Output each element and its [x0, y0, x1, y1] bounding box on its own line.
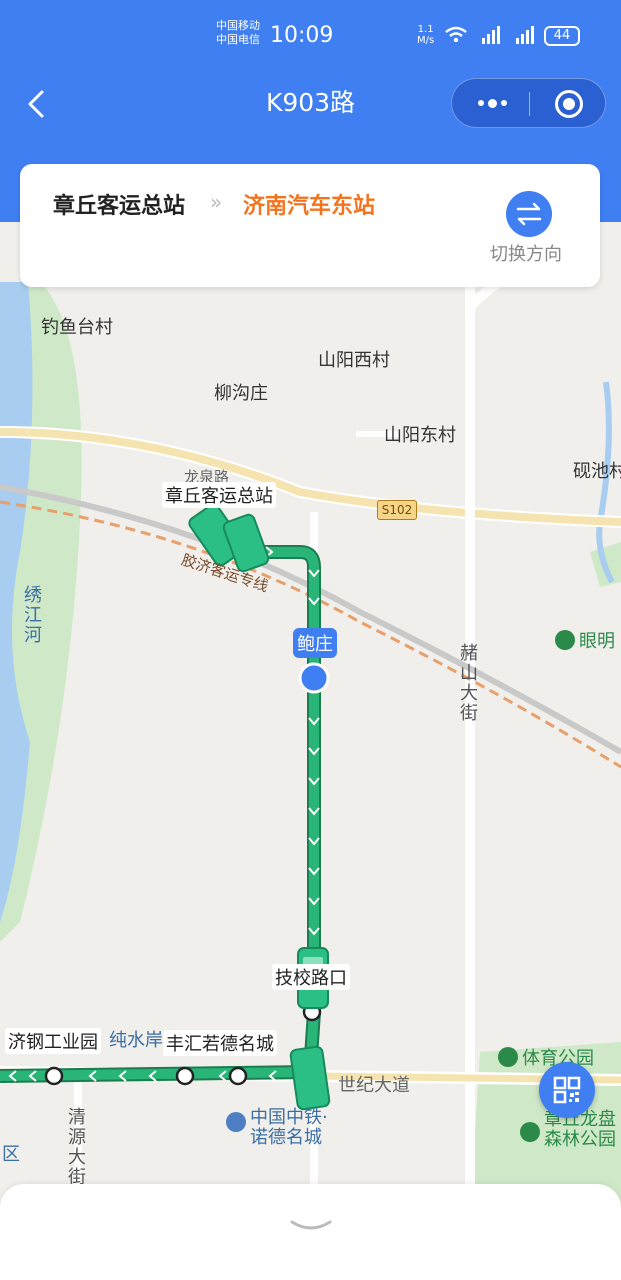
route-origin: 章丘客运总站 [53, 194, 186, 219]
switch-direction-label[interactable]: 切换方向 [490, 240, 562, 266]
net-speed-unit: M/s [417, 35, 435, 46]
swap-arrows-icon [516, 202, 542, 226]
poi-label[interactable]: 眼明 [555, 627, 615, 653]
map-label: 山阳东村 [384, 425, 456, 446]
bus-stop-marker[interactable] [44, 1066, 64, 1086]
double-chevron-right-icon: » [210, 190, 223, 214]
station-label[interactable]: 章丘客运总站 [162, 482, 276, 508]
mini-program-capsule [451, 78, 606, 128]
more-button[interactable] [466, 79, 518, 127]
carrier-1: 中国移动 [216, 19, 260, 32]
bus-stop-marker[interactable] [175, 1066, 195, 1086]
park-icon [498, 1047, 518, 1067]
station-label[interactable]: 技校路口 [272, 964, 350, 990]
more-dot-icon [477, 100, 484, 106]
map-label: 山阳西村 [318, 350, 390, 371]
switch-direction-button[interactable] [506, 191, 552, 237]
battery-indicator: 44 [544, 26, 580, 46]
map-label: 赭山大街 [460, 643, 478, 724]
road-shield-badge: S102 [377, 500, 417, 520]
station-label[interactable]: 济钢工业园 [5, 1028, 101, 1054]
current-stop-marker[interactable] [298, 662, 330, 694]
network-speed: 1.1 M/s [417, 24, 434, 46]
poi-name: 眼明 [579, 631, 615, 652]
map-view[interactable]: 钓鱼台村 山阳西村 柳沟庄 山阳东村 砚池村 龙泉路 章丘客运总站 胶济客运专线… [0, 222, 621, 1212]
residence-icon [226, 1112, 246, 1132]
qr-code-icon [553, 1076, 581, 1104]
poi-name: 中国中铁· 诺德名城 [250, 1107, 328, 1148]
status-bar: 中国移动 中国电信 10:09 1.1 M/s 44 [0, 0, 621, 70]
qr-code-button[interactable] [539, 1062, 595, 1118]
carrier-info: 中国移动 中国电信 [216, 19, 260, 47]
route-destination: 济南汽车东站 [243, 194, 376, 219]
map-label: 清源大街 [68, 1107, 86, 1188]
map-label: 绣江河 [24, 585, 42, 646]
wifi-signal-icon [445, 26, 534, 44]
bus-stop-marker[interactable] [228, 1066, 248, 1086]
route-direction-card: 章丘客运总站 » 济南汽车东站 切换方向 [20, 164, 600, 287]
bus-icon[interactable] [289, 1045, 331, 1111]
poi-label[interactable]: 中国中铁· 诺德名城 [226, 1108, 328, 1148]
close-program-button[interactable] [555, 90, 583, 118]
more-dot-icon [487, 98, 497, 108]
station-label[interactable]: 丰汇若德名城 [163, 1030, 277, 1056]
current-stop-badge[interactable]: 鲍庄 [293, 628, 337, 658]
more-dot-icon [500, 100, 507, 106]
capsule-divider [529, 92, 530, 116]
nav-bar: K903路 [0, 72, 621, 136]
signal-icons [444, 24, 538, 50]
clock: 10:09 [270, 23, 334, 48]
map-label: 钓鱼台村 [41, 317, 113, 338]
map-label: 砚池村 [573, 461, 621, 482]
map-label: 区 [2, 1144, 20, 1165]
bottom-sheet[interactable] [0, 1184, 621, 1280]
park-icon [520, 1122, 540, 1142]
map-label: 世纪大道 [338, 1075, 410, 1096]
net-speed-value: 1.1 [417, 24, 434, 35]
park-icon [555, 630, 575, 650]
map-label: 柳沟庄 [214, 383, 268, 404]
chevron-down-icon[interactable] [290, 1218, 332, 1234]
carrier-2: 中国电信 [216, 33, 260, 46]
map-label: 纯水岸 [109, 1030, 163, 1051]
